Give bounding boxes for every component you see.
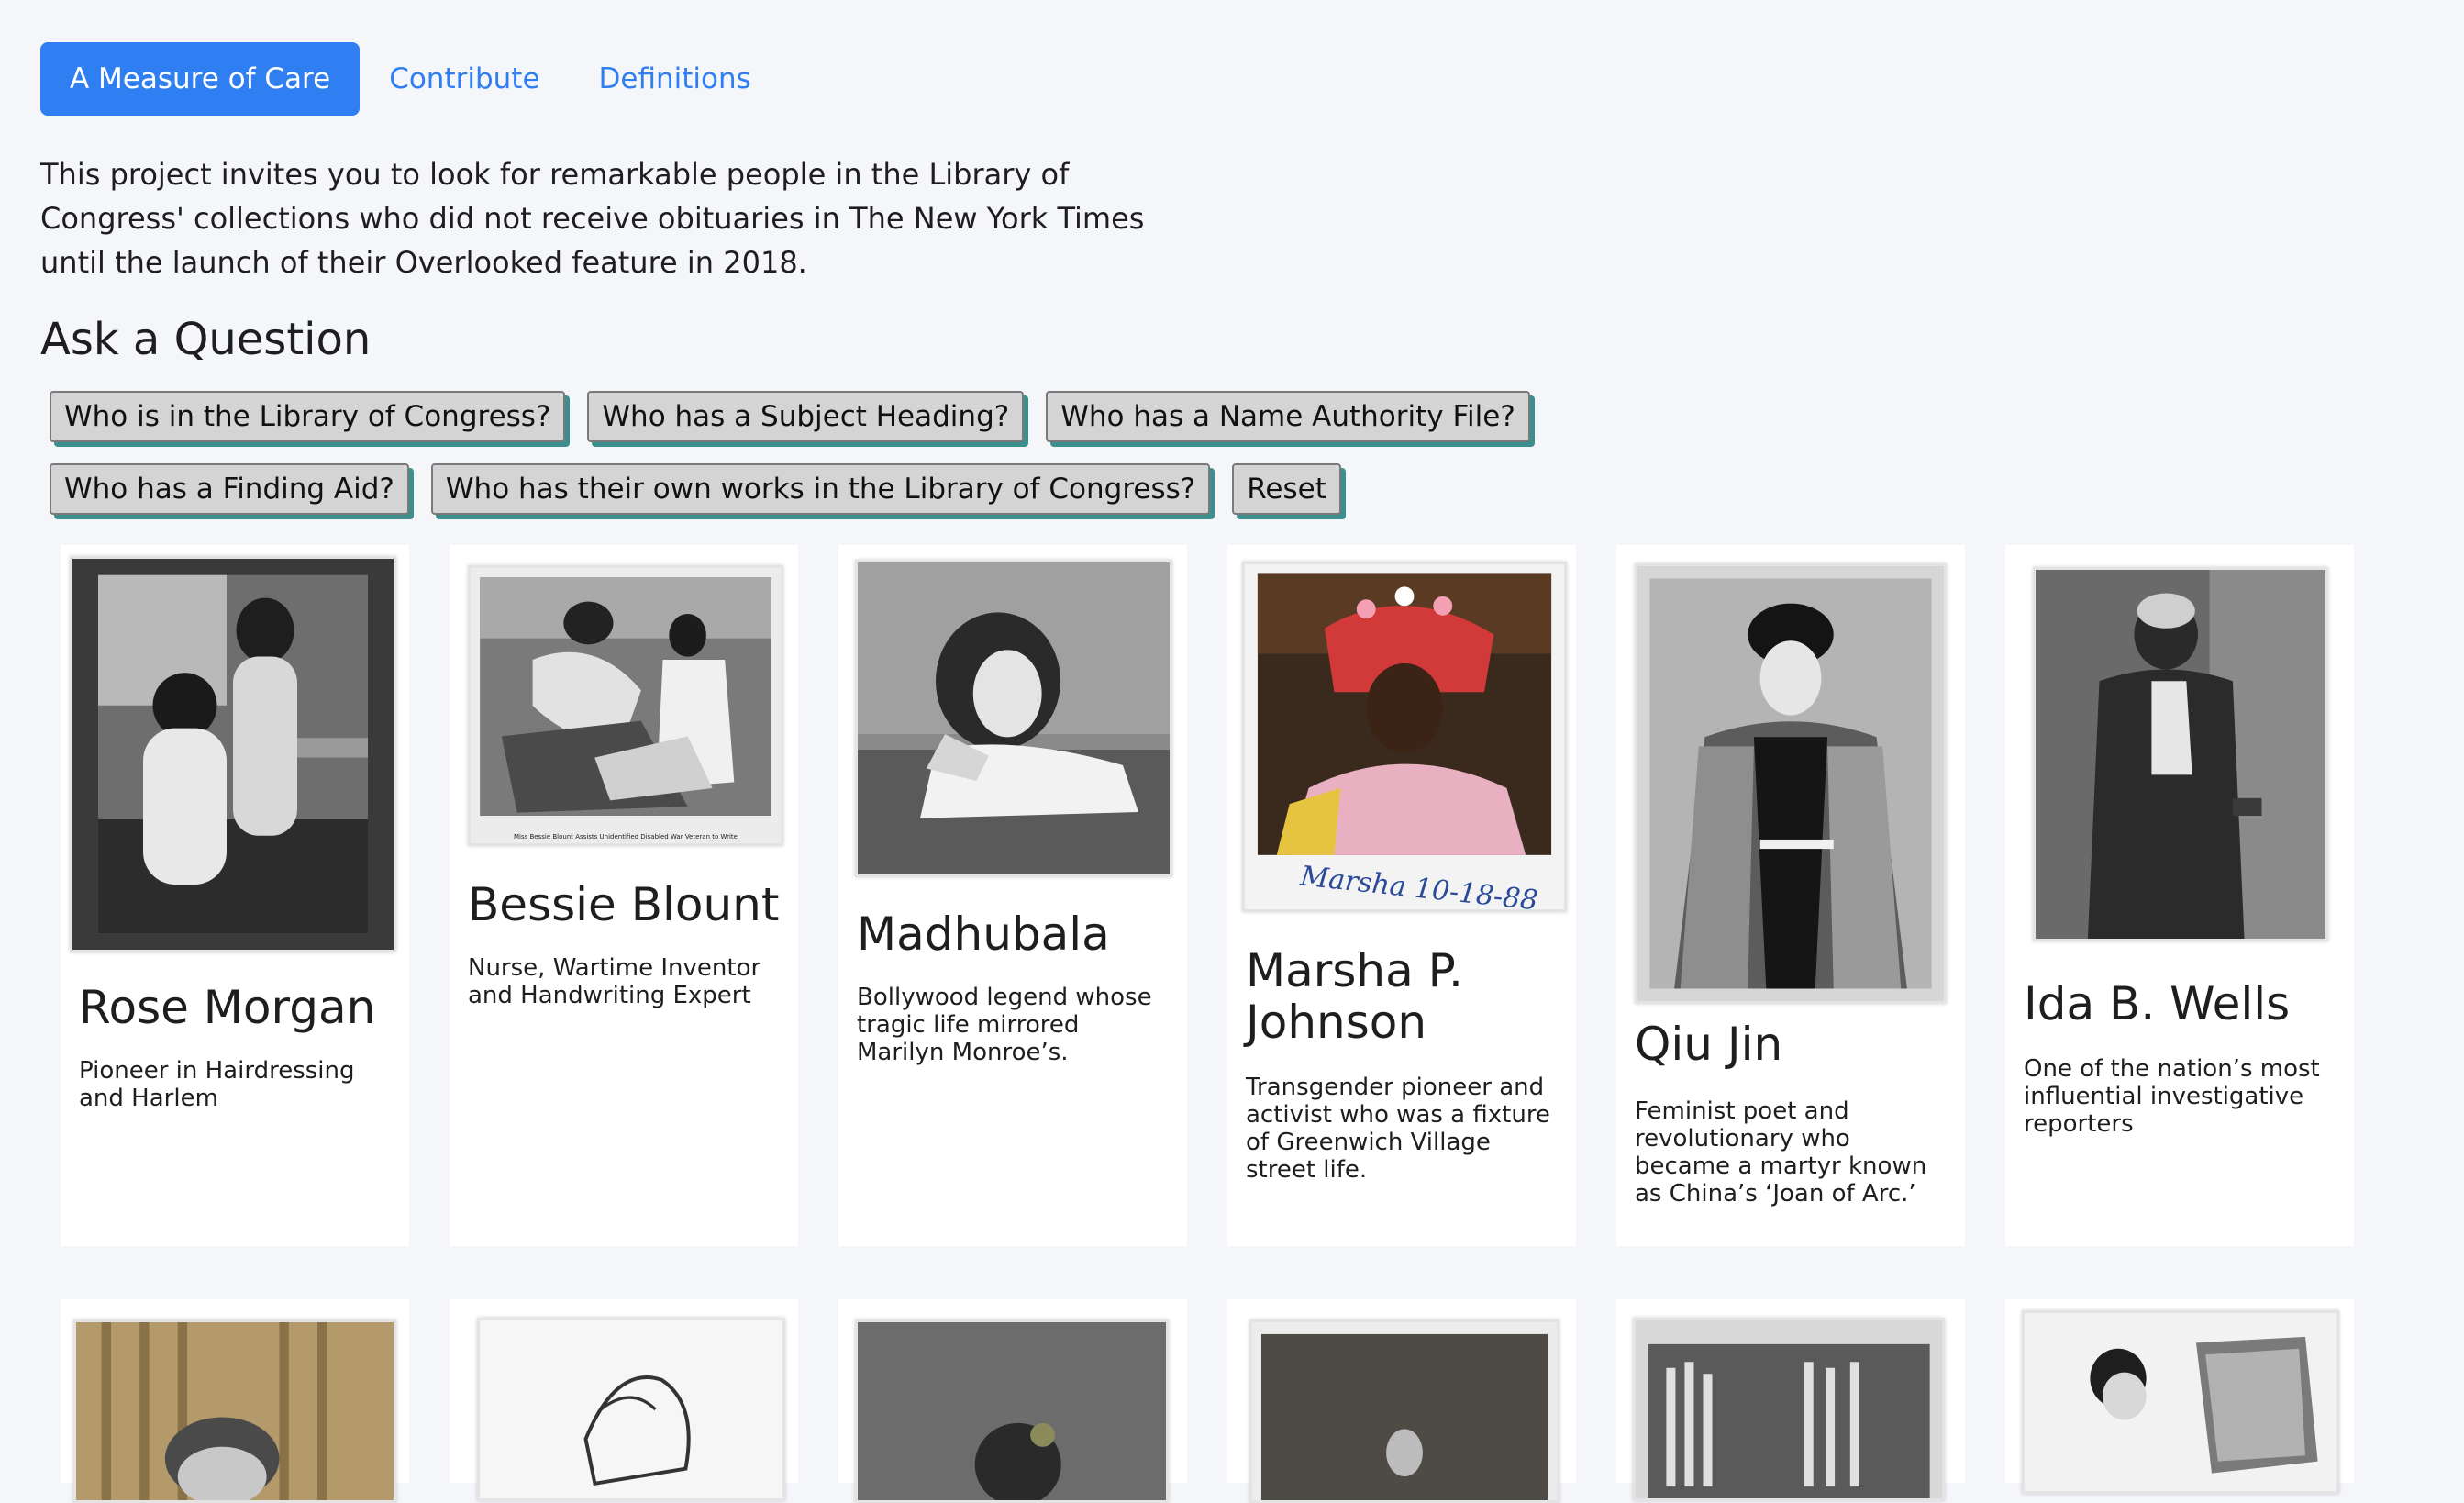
person-name: Qiu Jin — [1635, 1018, 1783, 1071]
portrait-photo — [2022, 1310, 2339, 1494]
question-button-finding-aid[interactable]: Who has a Finding Aid? — [50, 463, 409, 515]
person-description: Bollywood legend whose tragic life mirro… — [857, 984, 1152, 1066]
person-description: Nurse, Wartime Inventor and Handwriting … — [468, 954, 761, 1009]
person-name: Marsha P. Johnson — [1246, 944, 1463, 1049]
person-description: Transgender pioneer and activist who was… — [1246, 1074, 1550, 1184]
person-description: One of the nation’s most influential inv… — [2024, 1055, 2320, 1138]
portrait-photo — [855, 1319, 1169, 1503]
portrait-photo — [855, 560, 1172, 877]
person-description: Pioneer in Hairdressing and Harlem — [79, 1057, 355, 1112]
person-card-ida-b-wells[interactable]: Ida B. Wells One of the nation’s most in… — [2005, 545, 2354, 1246]
portrait-photo — [1633, 1318, 1945, 1501]
photo-caption: Miss Bessie Blount Assists Unidentified … — [514, 833, 738, 841]
intro-text: This project invites you to look for rem… — [40, 157, 1145, 280]
portrait-photo — [1249, 1319, 1559, 1503]
question-button-subject-heading[interactable]: Who has a Subject Heading? — [587, 391, 1025, 442]
person-card[interactable] — [450, 1299, 798, 1501]
person-card[interactable] — [1616, 1299, 1965, 1501]
question-buttons-row-2: Who has a Finding Aid? Who has their own… — [50, 463, 1341, 515]
portrait-photo: Miss Bessie Blount Assists Unidentified … — [468, 565, 783, 846]
person-card-rose-morgan[interactable]: Rose Morgan Pioneer in Hairdressing and … — [61, 545, 409, 1246]
person-name: Bessie Blount — [468, 878, 780, 931]
person-name: Madhubala — [857, 907, 1110, 961]
question-button-library-of-congress[interactable]: Who is in the Library of Congress? — [50, 391, 566, 442]
person-card-madhubala[interactable]: Madhubala Bollywood legend whose tragic … — [838, 545, 1187, 1246]
top-nav: A Measure of Care Contribute Definitions — [40, 42, 781, 116]
person-description: Feminist poet and revolutionary who beca… — [1635, 1097, 1927, 1208]
person-card[interactable] — [2005, 1299, 2354, 1494]
person-name: Ida B. Wells — [2024, 977, 2291, 1030]
person-name: Rose Morgan — [79, 981, 376, 1034]
question-buttons-row-1: Who is in the Library of Congress? Who h… — [50, 391, 1530, 442]
reset-button[interactable]: Reset — [1232, 463, 1341, 515]
person-card-bessie-blount[interactable]: Miss Bessie Blount Assists Unidentified … — [450, 545, 798, 1246]
ask-question-heading: Ask a Question — [40, 314, 372, 365]
portrait-photo — [73, 1319, 396, 1503]
portrait-photo — [477, 1318, 785, 1501]
person-card[interactable] — [1227, 1299, 1576, 1503]
nav-link-contribute[interactable]: Contribute — [360, 42, 569, 116]
nav-link-definitions[interactable]: Definitions — [570, 42, 781, 116]
portrait-photo: Marsha 10-18-88 — [1242, 562, 1567, 912]
person-card-marsha-p-johnson[interactable]: Marsha 10-18-88 Marsha P. Johnson Transg… — [1227, 545, 1576, 1246]
question-button-own-works[interactable]: Who has their own works in the Library o… — [430, 463, 1211, 515]
nav-tab-a-measure-of-care[interactable]: A Measure of Care — [40, 42, 361, 116]
person-card[interactable] — [61, 1299, 409, 1503]
person-card[interactable] — [838, 1299, 1187, 1503]
question-button-name-authority-file[interactable]: Who has a Name Authority File? — [1046, 391, 1530, 442]
person-card-qiu-jin[interactable]: Qiu Jin Feminist poet and revolutionary … — [1616, 545, 1965, 1246]
portrait-photo — [1635, 563, 1947, 1004]
portrait-photo — [70, 556, 396, 952]
portrait-photo — [2033, 567, 2328, 941]
